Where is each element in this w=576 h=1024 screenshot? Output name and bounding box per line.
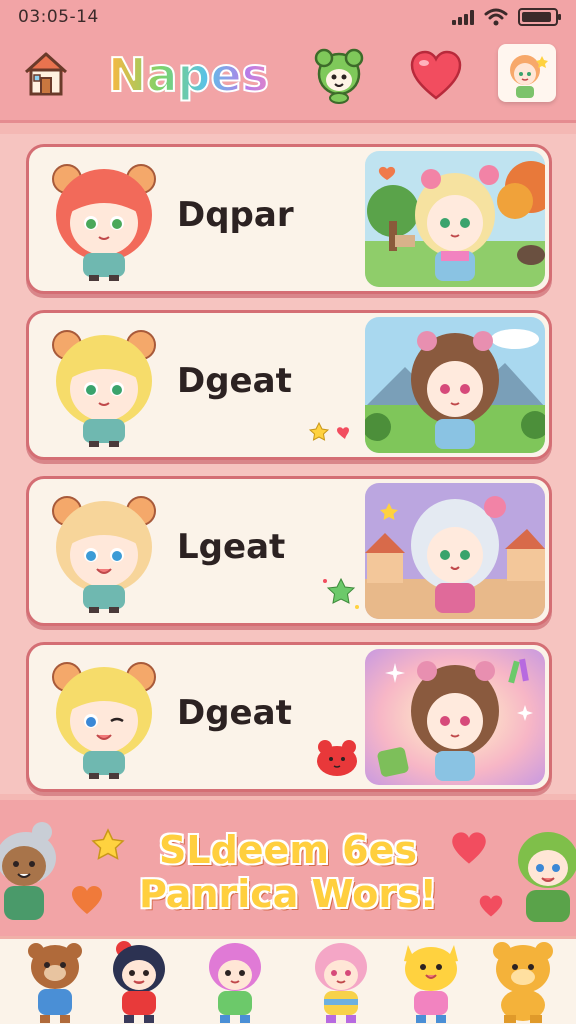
dark-hair-character-icon[interactable] xyxy=(104,939,174,1024)
app-title: Napes xyxy=(107,42,286,108)
star-heart-decoration xyxy=(308,421,349,441)
home-icon[interactable] xyxy=(20,48,72,100)
status-time: 03:05-14 xyxy=(18,7,99,27)
forest-scene-image xyxy=(365,151,545,287)
heart-icon[interactable] xyxy=(408,48,464,102)
sparkle-scene-image xyxy=(365,649,545,785)
wifi-icon xyxy=(484,8,508,26)
character-avatar xyxy=(52,662,156,779)
profile-icon xyxy=(510,55,548,98)
character-selector-bar xyxy=(0,936,576,1024)
app-header: Napes xyxy=(0,34,576,120)
yellow-bear-character-icon[interactable] xyxy=(488,939,558,1024)
mascot-icon[interactable] xyxy=(308,44,370,106)
character-card[interactable]: Lgeat xyxy=(26,476,552,626)
character-avatar xyxy=(52,330,156,447)
character-card[interactable]: Dgeat xyxy=(26,642,552,792)
bear-character-icon[interactable] xyxy=(20,939,90,1024)
star-decoration xyxy=(323,577,359,609)
character-avatar xyxy=(52,496,156,613)
small-heart-icon xyxy=(479,895,503,917)
pink-girl-character-icon[interactable] xyxy=(306,939,376,1024)
character-avatar xyxy=(52,164,156,281)
red-bear-decoration xyxy=(317,740,357,776)
promo-banner[interactable]: SLdeem 6es Panrica Wors! xyxy=(0,800,576,936)
battery-icon xyxy=(518,8,561,26)
mountain-scene-image xyxy=(365,317,545,453)
character-name: Dgeat xyxy=(177,361,292,401)
character-card[interactable]: Dgeat xyxy=(26,310,552,460)
profile-avatar[interactable] xyxy=(498,44,556,102)
signal-icon xyxy=(452,9,474,25)
battery-level xyxy=(522,12,551,22)
banner-line-1: SLdeem 6es xyxy=(159,828,417,872)
green-hair-character-icon xyxy=(518,832,576,922)
status-bar: 03:05-14 xyxy=(0,0,576,34)
red-heart-icon xyxy=(452,832,486,864)
character-card[interactable]: Dqpar xyxy=(26,144,552,294)
yellow-cat-character-icon[interactable] xyxy=(396,939,466,1024)
pink-hair-character-icon[interactable] xyxy=(200,939,270,1024)
character-name: Dqpar xyxy=(177,195,294,235)
character-name: Lgeat xyxy=(177,527,286,567)
character-list: Dqpar Dgeat Lgeat Dgeat xyxy=(0,134,576,794)
village-scene-image xyxy=(365,483,545,619)
status-icons xyxy=(452,8,561,26)
character-name: Dgeat xyxy=(177,693,292,733)
